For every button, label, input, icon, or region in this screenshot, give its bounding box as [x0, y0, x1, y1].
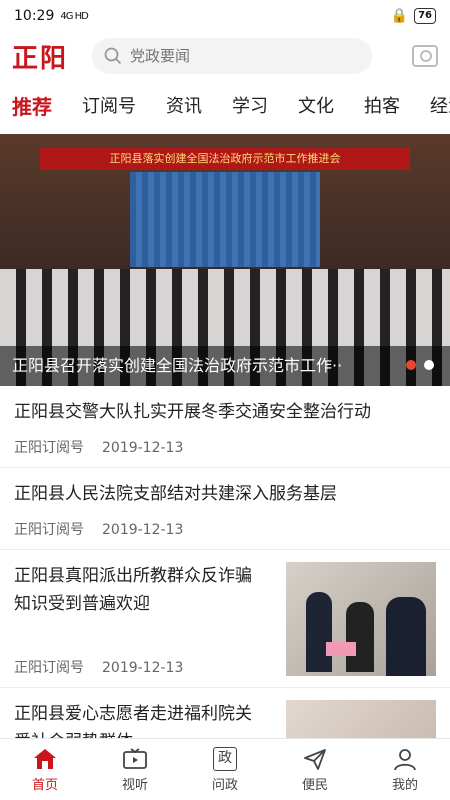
- carousel-dot[interactable]: [424, 360, 434, 370]
- news-source: 正阳订阅号: [14, 522, 84, 538]
- tv-icon: [121, 746, 149, 772]
- network-indicator: 4G HD: [60, 10, 88, 22]
- tab-culture[interactable]: 文化: [298, 92, 334, 124]
- nav-services[interactable]: 便民: [270, 739, 360, 800]
- camera-icon[interactable]: [412, 45, 438, 67]
- carousel-dot-active[interactable]: [406, 360, 416, 370]
- tab-study[interactable]: 学习: [232, 92, 268, 124]
- news-meta: 正阳订阅号 2019-12-13: [14, 519, 183, 539]
- zheng-icon: 政: [211, 746, 239, 772]
- news-date: 2019-12-13: [102, 660, 184, 676]
- nav-inquiry[interactable]: 政 问政: [180, 739, 270, 800]
- news-date: 2019-12-13: [102, 440, 184, 456]
- news-title: 正阳县交警大队扎实开展冬季交通安全整治行动: [14, 402, 371, 422]
- user-icon: [391, 746, 419, 772]
- news-list: 正阳县交警大队扎实开展冬季交通安全整治行动 正阳订阅号 2019-12-13 正阳…: [0, 386, 450, 748]
- news-source: 正阳订阅号: [14, 440, 84, 456]
- news-source: 正阳订阅号: [14, 660, 84, 676]
- news-thumbnail: [286, 562, 436, 676]
- news-item[interactable]: 正阳县真阳派出所教群众反诈骗知识受到普遍欢迎 正阳订阅号 2019-12-13: [0, 550, 450, 688]
- nav-profile[interactable]: 我的: [360, 739, 450, 800]
- news-item[interactable]: 正阳县人民法院支部结对共建深入服务基层 正阳订阅号 2019-12-13: [0, 468, 450, 550]
- search-input[interactable]: [130, 47, 330, 65]
- banner-caption: 正阳县召开落实创建全国法治政府示范市工作··: [12, 356, 343, 375]
- nav-profile-label: 我的: [391, 778, 418, 793]
- news-item[interactable]: 正阳县交警大队扎实开展冬季交通安全整治行动 正阳订阅号 2019-12-13: [0, 386, 450, 468]
- banner-stage-text: 正阳县落实创建全国法治政府示范市工作推进会: [40, 148, 410, 170]
- nav-services-label: 便民: [301, 778, 328, 793]
- search-bar[interactable]: [92, 38, 372, 74]
- carousel-dots: [406, 360, 434, 370]
- status-bar: 10:29 4G HD 🔒 76: [0, 0, 450, 32]
- tab-subscriptions[interactable]: 订阅号: [82, 92, 136, 124]
- news-title: 正阳县人民法院支部结对共建深入服务基层: [14, 484, 337, 504]
- zheng-glyph: 政: [213, 747, 237, 771]
- tab-photographer[interactable]: 拍客: [364, 92, 400, 124]
- news-date: 2019-12-13: [102, 522, 184, 538]
- nav-home[interactable]: 首页: [0, 739, 90, 800]
- tab-recommend[interactable]: 推荐: [12, 91, 52, 126]
- home-icon: [31, 746, 59, 772]
- tab-economy[interactable]: 经济: [430, 92, 450, 124]
- battery-indicator: 76: [414, 8, 436, 24]
- status-time: 10:29: [14, 8, 55, 24]
- banner-curtain: [130, 172, 320, 267]
- app-header: 正阳: [0, 32, 450, 80]
- tab-news[interactable]: 资讯: [166, 92, 202, 124]
- nav-media[interactable]: 视听: [90, 739, 180, 800]
- bottom-nav: 首页 视听 政 问政 便民 我的: [0, 738, 450, 800]
- search-icon: [104, 47, 122, 65]
- lock-icon: 🔒: [390, 8, 409, 24]
- news-meta: 正阳订阅号 2019-12-13: [14, 437, 183, 457]
- app-logo: 正阳: [12, 43, 69, 74]
- category-tabs: 推荐 订阅号 资讯 学习 文化 拍客 经济: [0, 86, 450, 130]
- nav-home-label: 首页: [31, 778, 58, 793]
- nav-media-label: 视听: [121, 778, 148, 793]
- news-title: 正阳县真阳派出所教群众反诈骗知识受到普遍欢迎: [14, 566, 252, 614]
- news-meta: 正阳订阅号 2019-12-13: [14, 657, 183, 677]
- banner-carousel[interactable]: 正阳县落实创建全国法治政府示范市工作推进会 正阳县召开落实创建全国法治政府示范市…: [0, 134, 450, 386]
- send-icon: [301, 746, 329, 772]
- nav-inquiry-label: 问政: [211, 778, 238, 793]
